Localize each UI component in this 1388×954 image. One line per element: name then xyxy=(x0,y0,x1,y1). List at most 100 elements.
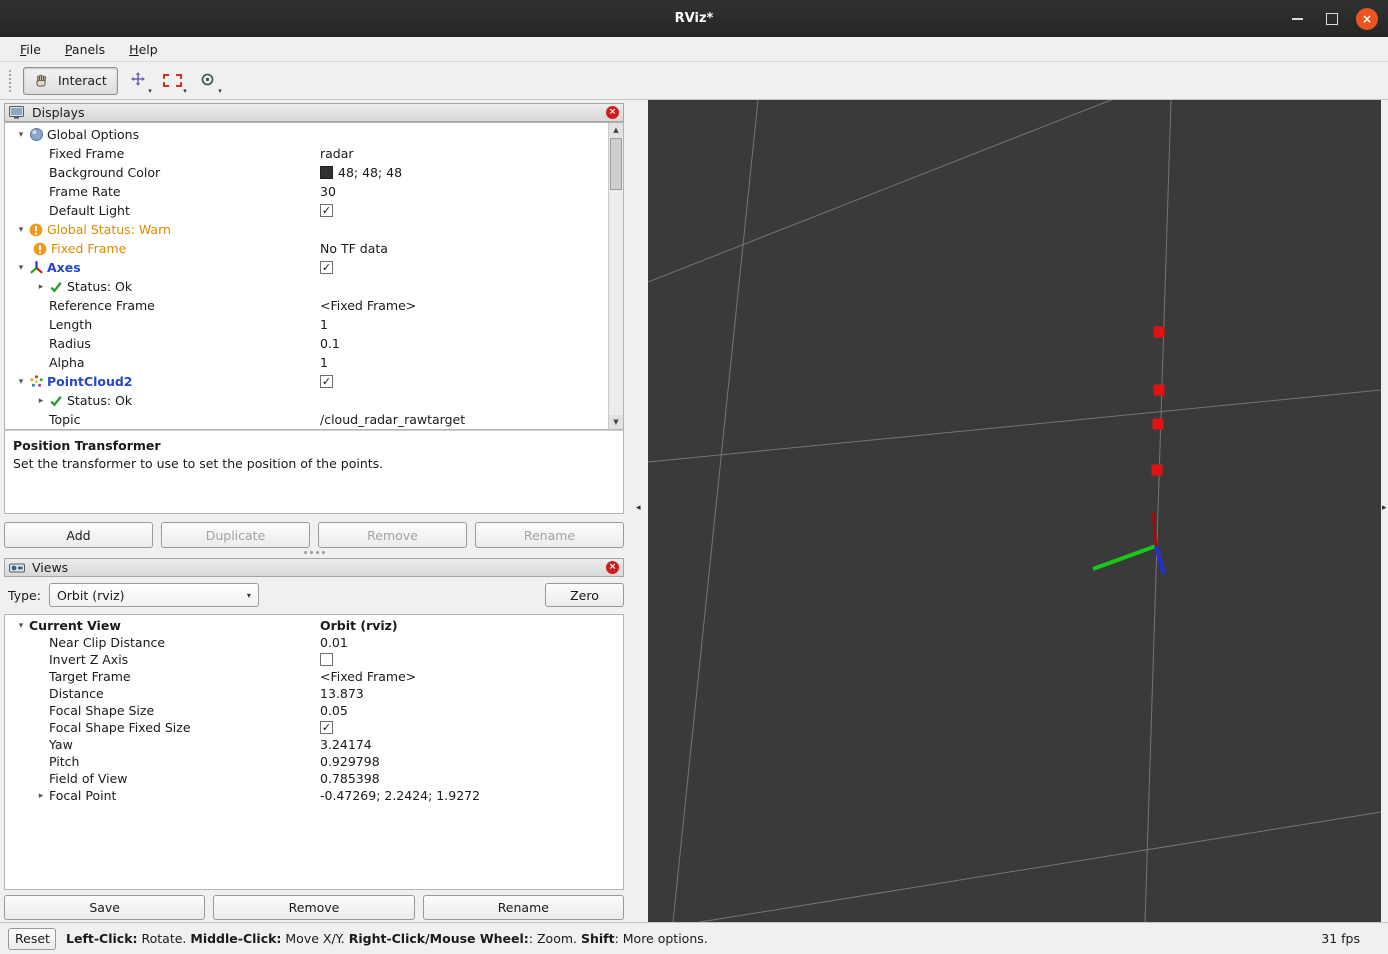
tree-row-reference-frame[interactable]: Reference Frame<Fixed Frame> xyxy=(5,296,608,315)
tree-row-target-frame[interactable]: Target Frame<Fixed Frame> xyxy=(5,668,623,685)
duplicate-button[interactable]: Duplicate xyxy=(161,522,310,548)
property-value-cell[interactable]: 0.1 xyxy=(316,336,608,351)
tree-row-field-of-view[interactable]: Field of View0.785398 xyxy=(5,770,623,787)
tree-row-invert-z-axis[interactable]: Invert Z Axis xyxy=(5,651,623,668)
checkbox-unchecked[interactable] xyxy=(320,653,333,666)
tree-row-topic[interactable]: Topic/cloud_radar_rawtarget xyxy=(5,410,608,429)
property-value-cell[interactable]: ✓ xyxy=(316,204,608,217)
close-button[interactable]: × xyxy=(1356,8,1378,30)
focus-camera-tool-button[interactable]: ▾ xyxy=(193,67,223,95)
property-value-cell[interactable]: <Fixed Frame> xyxy=(316,669,623,684)
property-value[interactable]: 3.24174 xyxy=(320,737,372,752)
add-button[interactable]: Add xyxy=(4,522,153,548)
tree-row-focal-shape-fixed-size[interactable]: Focal Shape Fixed Size✓ xyxy=(5,719,623,736)
tree-row-focal-shape-size[interactable]: Focal Shape Size0.05 xyxy=(5,702,623,719)
tree-row-pointcloud2[interactable]: ▾PointCloud2✓ xyxy=(5,372,608,391)
tree-row-near-clip-distance[interactable]: Near Clip Distance0.01 xyxy=(5,634,623,651)
views-panel-header[interactable]: Views × xyxy=(4,558,624,577)
property-value[interactable]: 0.1 xyxy=(320,336,340,351)
tree-row-radius[interactable]: Radius0.1 xyxy=(5,334,608,353)
property-value-cell[interactable]: 30 xyxy=(316,184,608,199)
property-value[interactable]: 0.05 xyxy=(320,703,348,718)
property-value-cell[interactable]: 1 xyxy=(316,355,608,370)
property-value[interactable]: 1 xyxy=(320,317,328,332)
tree-row-yaw[interactable]: Yaw3.24174 xyxy=(5,736,623,753)
remove-button[interactable]: Remove xyxy=(318,522,467,548)
toolbar-drag-handle[interactable] xyxy=(9,70,14,92)
tree-row-pitch[interactable]: Pitch0.929798 xyxy=(5,753,623,770)
property-value[interactable]: /cloud_radar_rawtarget xyxy=(320,412,465,427)
expander-closed-icon[interactable]: ▸ xyxy=(33,791,49,801)
property-value-cell[interactable]: 0.05 xyxy=(316,703,623,718)
tree-row-default-light[interactable]: Default Light✓ xyxy=(5,201,608,220)
property-value-cell[interactable]: 3.24174 xyxy=(316,737,623,752)
tree-row-background-color[interactable]: Background Color48; 48; 48 xyxy=(5,163,608,182)
expander-open-icon[interactable]: ▾ xyxy=(13,225,29,235)
property-value[interactable]: 30 xyxy=(320,184,336,199)
checkbox-checked[interactable]: ✓ xyxy=(320,204,333,217)
tree-row-axes[interactable]: ▾Axes✓ xyxy=(5,258,608,277)
tree-row-status-ok[interactable]: ▸Status: Ok xyxy=(5,277,608,296)
tree-row-status-ok[interactable]: ▸Status: Ok xyxy=(5,391,608,410)
property-value-cell[interactable] xyxy=(316,653,623,666)
color-swatch[interactable] xyxy=(320,166,333,179)
move-camera-tool-button[interactable]: ▾ xyxy=(123,67,153,95)
expander-open-icon[interactable]: ▾ xyxy=(13,263,29,273)
zero-button[interactable]: Zero xyxy=(545,583,624,607)
tree-row-length[interactable]: Length1 xyxy=(5,315,608,334)
property-value[interactable]: 0.785398 xyxy=(320,771,380,786)
displays-panel-close-button[interactable]: × xyxy=(606,106,619,119)
property-value[interactable]: 1 xyxy=(320,355,328,370)
tree-row-focal-point[interactable]: ▸Focal Point-0.47269; 2.2424; 1.9272 xyxy=(5,787,623,804)
displays-panel-header[interactable]: Displays × xyxy=(4,103,624,122)
titlebar[interactable]: RViz* × xyxy=(0,0,1388,37)
tree-row-current-view[interactable]: ▾Current ViewOrbit (rviz) xyxy=(5,617,623,634)
property-value[interactable]: No TF data xyxy=(320,241,388,256)
reset-button[interactable]: Reset xyxy=(8,928,56,950)
scrollbar-thumb[interactable] xyxy=(610,138,622,190)
property-value-cell[interactable]: 13.873 xyxy=(316,686,623,701)
checkbox-checked[interactable]: ✓ xyxy=(320,375,333,388)
maximize-button[interactable] xyxy=(1321,8,1343,30)
property-value-cell[interactable]: 0.929798 xyxy=(316,754,623,769)
remove-button[interactable]: Remove xyxy=(213,895,414,920)
property-value-cell[interactable]: 1 xyxy=(316,317,608,332)
property-value[interactable]: 13.873 xyxy=(320,686,364,701)
panel-collapse-left-icon[interactable]: ◂ xyxy=(636,503,641,513)
minimize-button[interactable] xyxy=(1286,8,1308,30)
property-value-cell[interactable]: 0.01 xyxy=(316,635,623,650)
property-value-cell[interactable]: ✓ xyxy=(316,375,608,388)
menu-panels[interactable]: Panels xyxy=(53,39,117,60)
dropdown-arrow-icon[interactable]: ▾ xyxy=(183,87,187,95)
property-value[interactable]: 48; 48; 48 xyxy=(338,165,402,180)
property-value-cell[interactable]: 0.785398 xyxy=(316,771,623,786)
expander-closed-icon[interactable]: ▸ xyxy=(33,282,49,292)
expander-open-icon[interactable]: ▾ xyxy=(13,377,29,387)
dropdown-arrow-icon[interactable]: ▾ xyxy=(148,87,152,95)
3d-viewport[interactable] xyxy=(648,100,1381,922)
dropdown-arrow-icon[interactable]: ▾ xyxy=(218,87,222,95)
views-panel-close-button[interactable]: × xyxy=(606,561,619,574)
property-value[interactable]: radar xyxy=(320,146,354,161)
property-value-cell[interactable]: radar xyxy=(316,146,608,161)
save-button[interactable]: Save xyxy=(4,895,205,920)
menu-help[interactable]: Help xyxy=(117,39,170,60)
property-value[interactable]: -0.47269; 2.2424; 1.9272 xyxy=(320,788,480,803)
property-value-cell[interactable]: 48; 48; 48 xyxy=(316,165,608,180)
tree-row-fixed-frame[interactable]: Fixed FrameNo TF data xyxy=(5,239,608,258)
property-value[interactable]: <Fixed Frame> xyxy=(320,298,416,313)
select-tool-button[interactable]: ▾ xyxy=(158,67,188,95)
menu-file[interactable]: File xyxy=(8,39,53,60)
property-value-cell[interactable]: Orbit (rviz) xyxy=(316,618,623,633)
tree-row-fixed-frame[interactable]: Fixed Frameradar xyxy=(5,144,608,163)
property-value[interactable]: Orbit (rviz) xyxy=(320,618,398,633)
expander-open-icon[interactable]: ▾ xyxy=(13,130,29,140)
rename-button[interactable]: Rename xyxy=(423,895,624,920)
property-value-cell[interactable]: ✓ xyxy=(316,261,608,274)
checkbox-checked[interactable]: ✓ xyxy=(320,721,333,734)
tree-row-frame-rate[interactable]: Frame Rate30 xyxy=(5,182,608,201)
displays-scrollbar[interactable]: ▲ ▼ xyxy=(608,123,623,429)
property-value-cell[interactable]: -0.47269; 2.2424; 1.9272 xyxy=(316,788,623,803)
rename-button[interactable]: Rename xyxy=(475,522,624,548)
panel-collapse-right-icon[interactable]: ▸ xyxy=(1382,503,1387,513)
